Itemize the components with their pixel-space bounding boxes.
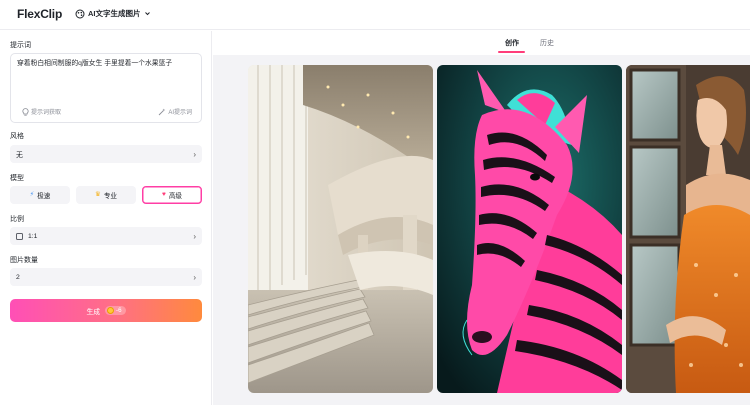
ai-prompt-button[interactable]: AI提示词 (158, 107, 192, 116)
chevron-down-icon (144, 12, 150, 16)
active-tab-indicator (498, 51, 525, 53)
tab-history[interactable]: 历史 (540, 38, 554, 48)
style-value: 无 (16, 152, 23, 159)
model-fast-label: 极速 (37, 193, 51, 200)
style-select[interactable]: 无 › (10, 145, 202, 163)
model-fast-button[interactable]: ⚡ 极速 (10, 186, 70, 204)
lightning-icon: ⚡ (29, 190, 35, 198)
image-count-value: 2 (16, 273, 20, 281)
chevron-right-icon: › (193, 231, 196, 241)
credit-cost: -6 (116, 307, 122, 314)
flexclip-logo[interactable]: FlexClip (17, 7, 62, 21)
prompt-textarea[interactable]: 穿着粉白相间制服的q版女生 手里提着一个水果篮子 提示词获取 AI提示词 (10, 53, 202, 123)
prompt-label: 提示词 (10, 42, 31, 49)
lightbulb-icon (22, 107, 29, 116)
model-advanced-label: 高级 (168, 193, 183, 200)
result-tabs: 创作 历史 (213, 31, 750, 55)
ratio-select[interactable]: 1:1 › (10, 227, 202, 245)
credit-cost-badge: -6 (105, 306, 126, 315)
top-bar: FlexClip AI文字生成图片 (0, 0, 750, 30)
prompt-text[interactable]: 穿着粉白相间制服的q版女生 手里提着一个水果篮子 (17, 59, 197, 68)
prompt-inspiration-button[interactable]: 提示词获取 (22, 107, 61, 116)
chevron-right-icon: › (193, 272, 196, 282)
ratio-label: 比例 (10, 216, 24, 223)
image-count-select[interactable]: 2 › (10, 268, 202, 286)
brand-name: FlexClip (17, 7, 63, 21)
model-advanced-button[interactable]: ♥ 高级 (142, 186, 202, 204)
crown-icon: ♛ (94, 190, 101, 198)
generate-label: 生成 (86, 308, 101, 316)
style-label: 风格 (10, 133, 24, 140)
generate-button[interactable]: 生成 -6 (10, 299, 202, 322)
image-count-label: 图片数量 (10, 257, 38, 264)
heart-icon: ♥ (161, 190, 166, 198)
model-pro-button[interactable]: ♛ 专业 (76, 186, 136, 204)
ratio-value: 1:1 (28, 232, 38, 240)
magic-wand-icon (159, 108, 166, 115)
woman-window-image[interactable] (626, 65, 750, 393)
results-area: 创作 历史 (213, 31, 750, 405)
chevron-right-icon: › (193, 149, 196, 159)
tab-create[interactable]: 创作 (505, 38, 519, 48)
coin-icon (107, 307, 115, 314)
square-ratio-icon (16, 232, 23, 240)
ai-palette-icon (75, 9, 85, 19)
prompt-inspiration-label: 提示词获取 (31, 110, 62, 116)
pink-zebra-image[interactable] (437, 65, 622, 393)
tool-label: AI文字生成图片 (88, 9, 141, 18)
ai-prompt-label: AI提示词 (168, 110, 192, 116)
model-options: ⚡ 极速 ♛ 专业 ♥ 高级 (10, 186, 202, 204)
model-pro-label: 专业 (103, 193, 117, 200)
model-label: 模型 (10, 175, 24, 182)
tool-selector[interactable]: AI文字生成图片 (75, 8, 151, 19)
architecture-stairs-image[interactable] (248, 65, 433, 393)
